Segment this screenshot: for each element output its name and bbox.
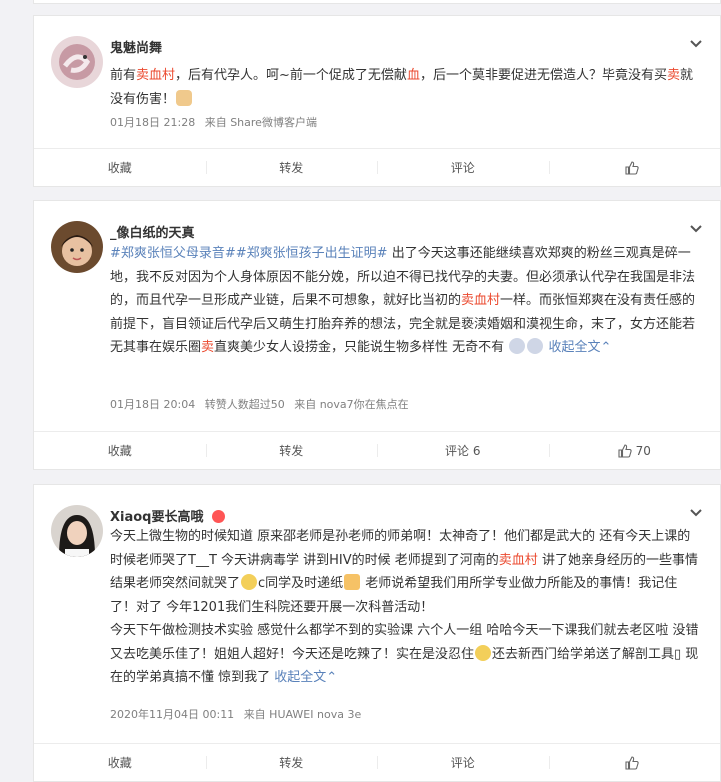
surprised-emoji-icon (509, 338, 526, 354)
crown-badge-icon (212, 510, 226, 523)
repost-like-count: 转赞人数超过50 (204, 398, 285, 411)
post-source: 来自 Share微博客户端 (204, 116, 317, 129)
action-bar: 收藏 转发 评论 6 70 (34, 431, 720, 469)
action-bar: 收藏 转发 评论 (34, 148, 720, 186)
thumbs-up-emoji-icon (344, 574, 361, 590)
username[interactable]: _像白纸的天真 (110, 222, 195, 241)
chevron-down-icon[interactable] (688, 221, 704, 235)
avatar[interactable] (51, 36, 103, 88)
collapse-text-link[interactable]: 收起全文⌃ (548, 340, 611, 355)
post-meta: 2020年11月04日 00:11 来自 HUAWEI nova 3e (110, 706, 367, 722)
avatar[interactable] (51, 221, 103, 273)
post-meta: 01月18日 21:28 来自 Share微博客户端 (110, 114, 323, 130)
avatar[interactable] (51, 505, 103, 557)
collect-button[interactable]: 收藏 (34, 744, 206, 781)
crying-emoji-icon (475, 644, 492, 661)
keyword-link[interactable]: 卖血村 (461, 293, 500, 308)
keyword-link[interactable]: 卖血村 (499, 553, 538, 568)
keyword-link[interactable]: 卖血村 (136, 68, 175, 83)
post-time[interactable]: 2020年11月04日 00:11 (110, 708, 234, 721)
like-count: 70 (635, 443, 651, 458)
post-card: _像白纸的天真 #郑爽张恒父母录音##郑爽张恒孩子出生证明# 出了今天这事还能继… (33, 200, 721, 470)
collapse-text-link[interactable]: 收起全文⌃ (274, 670, 337, 685)
collect-button[interactable]: 收藏 (34, 149, 206, 186)
chevron-down-icon[interactable] (688, 36, 704, 50)
post-text: #郑爽张恒父母录音##郑爽张恒孩子出生证明# 出了今天这事还能继续喜欢郑爽的粉丝… (110, 246, 696, 355)
previous-post-card-edge (33, 0, 721, 4)
post-source: 来自 HUAWEI nova 3e (243, 708, 362, 721)
like-button[interactable] (548, 149, 721, 186)
post-time[interactable]: 01月18日 21:28 (110, 116, 195, 129)
username[interactable]: Xiaoq要长高哦 (110, 506, 226, 525)
username[interactable]: 鬼魅尚舞 (110, 37, 162, 56)
comment-button[interactable]: 评论 (377, 744, 549, 781)
like-button[interactable] (548, 744, 721, 781)
post-meta: 01月18日 20:04 转赞人数超过50 来自 nova7你在焦点在 (110, 396, 415, 412)
post-text: 今天上微生物的时候知道 原来邵老师是孙老师的师弟啊！太神奇了！他们都是武大的 还… (110, 529, 699, 685)
like-button[interactable]: 70 (548, 432, 721, 469)
action-bar: 收藏 转发 评论 (34, 743, 720, 781)
surprised-emoji-icon (527, 338, 544, 354)
repost-button[interactable]: 转发 (205, 149, 378, 186)
collect-button[interactable]: 收藏 (34, 432, 206, 469)
thumbs-up-icon (618, 443, 632, 458)
thumbs-up-icon (625, 160, 639, 175)
cat-emoji-icon (176, 89, 193, 106)
post-card: 鬼魅尚舞 前有卖血村，后有代孕人。呵~前一个促成了无偿献血，后一个莫非要促进无偿… (33, 15, 721, 187)
post-time[interactable]: 01月18日 20:04 (110, 398, 195, 411)
repost-button[interactable]: 转发 (205, 744, 378, 781)
comment-button[interactable]: 评论 (377, 149, 549, 186)
repost-button[interactable]: 转发 (205, 432, 378, 469)
post-text: 前有卖血村，后有代孕人。呵~前一个促成了无偿献血，后一个莫非要促进无偿造人？毕竟… (110, 68, 693, 107)
hashtag-link[interactable]: #郑爽张恒父母录音##郑爽张恒孩子出生证明# (110, 246, 388, 261)
post-card: Xiaoq要长高哦 今天上微生物的时候知道 原来邵老师是孙老师的师弟啊！太神奇了… (33, 484, 721, 782)
chevron-down-icon[interactable] (688, 505, 704, 519)
crying-emoji-icon (241, 574, 258, 590)
thumbs-up-icon (625, 755, 639, 770)
post-source: 来自 nova7你在焦点在 (294, 398, 409, 411)
comment-button[interactable]: 评论 6 (377, 432, 549, 469)
